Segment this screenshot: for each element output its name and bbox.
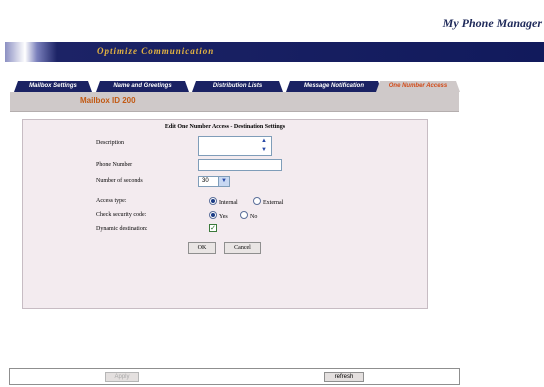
ok-button[interactable]: OK xyxy=(188,242,216,254)
access-internal-radio[interactable]: Internal xyxy=(209,197,238,206)
chevron-up-icon[interactable]: ▲ xyxy=(259,137,269,146)
description-label: Description xyxy=(96,140,124,146)
seconds-label: Number of seconds xyxy=(96,178,143,184)
tab-mailbox-settings[interactable]: Mailbox Settings xyxy=(14,81,92,92)
access-type-label: Access type: xyxy=(96,198,127,204)
security-code-label: Check security code: xyxy=(96,212,147,218)
dynamic-destination-checkbox[interactable]: ✓ xyxy=(209,224,217,232)
security-no-radio[interactable]: No xyxy=(240,211,257,220)
banner: Optimize Communication xyxy=(5,42,544,62)
apply-button[interactable]: Apply xyxy=(105,372,139,382)
dynamic-destination-label: Dynamic destination: xyxy=(96,226,148,232)
radio-icon xyxy=(240,211,248,219)
seconds-value: 30 xyxy=(202,178,209,184)
mailbox-header: Mailbox ID 200 xyxy=(10,92,459,112)
security-yes-radio[interactable]: Yes xyxy=(209,211,228,220)
tab-name-and-greetings[interactable]: Name and Greetings xyxy=(96,81,189,92)
phone-number-label: Phone Number xyxy=(96,162,133,168)
destination-settings-panel: Edit One Number Access - Destination Set… xyxy=(22,119,428,309)
description-textarea[interactable]: ▲ ▼ xyxy=(198,136,272,156)
check-icon: ✓ xyxy=(210,225,216,232)
tab-message-notification[interactable]: Message Notification xyxy=(286,81,382,92)
banner-tagline: Optimize Communication xyxy=(97,46,215,56)
phone-number-input[interactable] xyxy=(198,159,282,171)
footer-bar: Apply refresh xyxy=(9,368,460,385)
radio-selected-icon xyxy=(209,197,217,205)
tab-distribution-lists[interactable]: Distribution Lists xyxy=(192,81,283,92)
app-title: My Phone Manager xyxy=(442,16,542,30)
seconds-select[interactable]: 30 ▼ xyxy=(198,176,230,187)
form-title: Edit One Number Access - Destination Set… xyxy=(164,124,286,130)
chevron-down-icon[interactable]: ▼ xyxy=(259,146,269,155)
cancel-button[interactable]: Cancel xyxy=(224,242,261,254)
tab-one-number-access[interactable]: One Number Access xyxy=(376,81,460,92)
chevron-down-icon[interactable]: ▼ xyxy=(218,177,229,186)
radio-selected-icon xyxy=(209,211,217,219)
radio-icon xyxy=(253,197,261,205)
access-external-radio[interactable]: External xyxy=(253,197,283,206)
mailbox-id-label: Mailbox ID 200 xyxy=(80,96,136,105)
refresh-button[interactable]: refresh xyxy=(324,372,364,382)
